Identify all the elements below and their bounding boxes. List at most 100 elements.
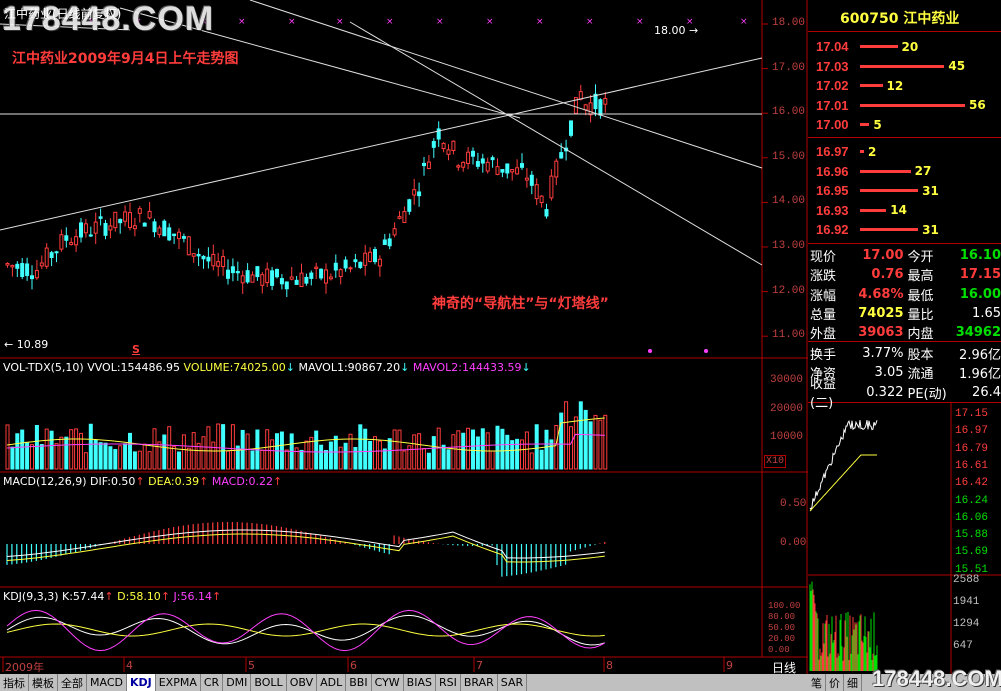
tab-cr[interactable]: CR [201, 674, 224, 691]
volume-bar [578, 401, 583, 470]
candle [275, 268, 279, 279]
ask-level[interactable]: 17.01 56 [808, 96, 1001, 115]
kdj-tick: 100.00 [768, 601, 801, 611]
kdj-tick: 20.00 [768, 634, 796, 644]
quote-row-value: 39063 [858, 325, 904, 341]
tab-全部[interactable]: 全部 [58, 674, 87, 691]
mini-volume-tick: 1941 [953, 596, 980, 608]
bid-level[interactable]: 16.95 31 [808, 181, 1001, 200]
volume-bar [436, 427, 441, 470]
candle [569, 120, 573, 138]
date-tick: 5 [248, 659, 255, 672]
volume-bar [529, 452, 534, 470]
volume-bar [142, 443, 147, 470]
volume-unit: X10 [764, 455, 787, 468]
tab-adl[interactable]: ADL [317, 674, 347, 691]
tab-expma[interactable]: EXPMA [156, 674, 201, 691]
volume-bar [426, 452, 431, 470]
macd-dif: DIF:0.50 [90, 475, 136, 488]
tab-price[interactable]: 价 [826, 674, 844, 691]
tab-cyw[interactable]: CYW [372, 674, 404, 691]
tab-模板[interactable]: 模板 [29, 674, 58, 691]
tab-detail[interactable]: 细 [844, 674, 862, 691]
bid-level[interactable]: 16.96 27 [808, 162, 1001, 181]
bid-level-volume: 2 [868, 144, 877, 159]
tab-trades[interactable]: 笔 [808, 674, 826, 691]
ask-level[interactable]: 17.00 5 [808, 115, 1001, 134]
quote-row-value: 4.68% [858, 286, 904, 302]
volume-bar [402, 450, 407, 470]
volume-bar [83, 452, 88, 470]
candle [373, 246, 377, 265]
tab-sar[interactable]: SAR [498, 674, 528, 691]
vol-volume: VOLUME:74025.00 [183, 361, 286, 374]
macd-indicator-header: MACD(12,26,9) DIF:0.50↑ DEA:0.39↑ MACD:0… [3, 475, 283, 488]
tab-boll[interactable]: BOLL [251, 674, 287, 691]
tab-dmi[interactable]: DMI [223, 674, 252, 691]
main-chart-svg[interactable]: × × × × × × × × × × × × × × [0, 0, 808, 674]
tab-obv[interactable]: OBV [287, 674, 318, 691]
signal-marker: × [336, 17, 344, 27]
kdj-d: D:58.10 [117, 590, 161, 603]
mini-price-tick: 17.15 [955, 408, 989, 420]
volume-bar [324, 449, 328, 470]
volume-bar [15, 433, 20, 470]
tab-brar[interactable]: BRAR [461, 674, 498, 691]
tab-bbi[interactable]: BBI [346, 674, 372, 691]
price-tick: 14.00 [772, 195, 806, 208]
volume-bar [431, 436, 436, 470]
volume-bar [260, 449, 265, 470]
quote-row-label: 总量 [810, 307, 837, 323]
bid-level[interactable]: 16.93 14 [808, 201, 1001, 220]
volume-bar [475, 436, 480, 470]
volume-bar [5, 424, 10, 470]
bid-level[interactable]: 16.92 31 [808, 220, 1001, 239]
tab-macd[interactable]: MACD [87, 674, 127, 691]
ask-level[interactable]: 17.02 12 [808, 76, 1001, 95]
volume-bar [39, 444, 44, 470]
bid-level-volume: 31 [922, 222, 939, 237]
tab-bias[interactable]: BIAS [404, 674, 436, 691]
volume-bar [343, 442, 348, 470]
volume-bar [392, 429, 397, 470]
volume-bar [539, 449, 544, 470]
volume-bar [569, 426, 573, 470]
signal-marker: × [536, 17, 544, 27]
volume-bar [377, 440, 382, 470]
volume-bar [103, 442, 108, 470]
bid-level-price: 16.95 [816, 183, 849, 199]
volume-bar [422, 447, 426, 470]
quote-row-label: 涨幅 [810, 288, 837, 304]
bid-level[interactable]: 16.97 2 [808, 142, 1001, 161]
tab-kdj[interactable]: KDJ [126, 674, 156, 691]
volume-bar [446, 449, 451, 470]
volume-bar [147, 451, 152, 470]
bid-level-volume: 27 [914, 164, 932, 179]
ask-level-volume-bar [860, 45, 898, 48]
vol-mavol2: MAVOL2:144433.59 [412, 361, 522, 374]
high-price-value: 18.00 [654, 24, 686, 37]
quote-row-value: 74025 [858, 305, 904, 321]
annotation-title: 江中药业2009年9月4日上午走势图 [12, 51, 239, 67]
signal-marker: × [288, 17, 296, 27]
ask-level[interactable]: 17.03 45 [808, 57, 1001, 76]
volume-bar [49, 430, 54, 470]
volume-bar [69, 429, 74, 470]
volume-bar [515, 438, 520, 470]
mini-price-tick: 16.79 [955, 442, 989, 455]
volume-bar [216, 423, 221, 470]
price-tick: 17.00 [772, 61, 806, 74]
quote-row-label: 现价 [810, 250, 837, 265]
macd-tick: 0.00 [780, 537, 807, 549]
stat-row-value: 0.322 [866, 384, 904, 400]
ask-level[interactable]: 17.04 20 [808, 37, 1001, 56]
ask-level-volume-bar [860, 123, 870, 127]
tab-指标[interactable]: 指标 [0, 674, 29, 691]
stock-code: 600750 [840, 11, 899, 27]
quote-row-value2: 17.15 [959, 267, 1001, 283]
mini-volume-tick: 1294 [953, 618, 980, 630]
tab-rsi[interactable]: RSI [436, 674, 461, 691]
volume-bar [328, 441, 333, 470]
mini-volume-tick: 647 [953, 640, 973, 652]
quote-row-label2: 最高 [907, 269, 934, 285]
